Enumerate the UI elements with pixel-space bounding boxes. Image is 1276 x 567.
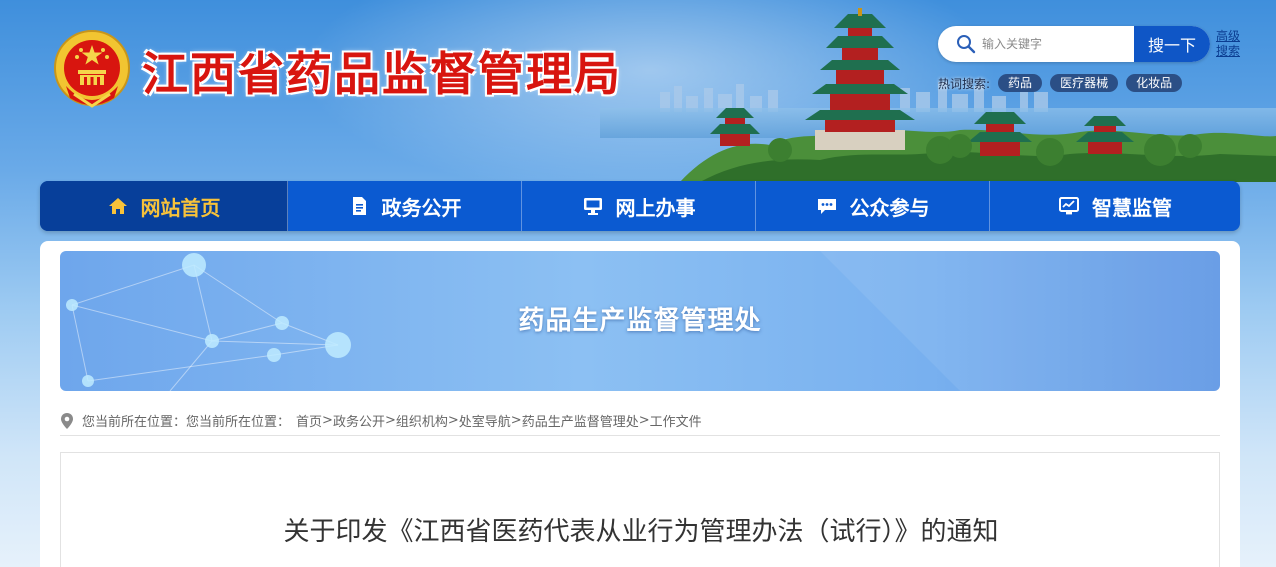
nav-item-online-services[interactable]: 网上办事 [522,181,756,231]
search-button[interactable]: 搜一下 [1134,26,1210,62]
breadcrumb-home[interactable]: 首页 [296,411,322,430]
chat-icon [817,199,836,214]
document-icon [352,197,366,215]
nav-item-smart-supervision[interactable]: 智慧监管 [990,181,1240,231]
hot-search-label: 热词搜索: [938,76,991,91]
nav-label-home: 网站首页 [140,195,221,220]
breadcrumb-organization[interactable]: 组织机构 [396,411,448,430]
department-banner: 药品生产监督管理处 [60,251,1220,391]
home-icon [108,198,127,214]
breadcrumb: 您当前所在位置：您当前所在位置： 首页 > 政务公开 > 组织机构 > 处室导航… [60,406,1220,436]
article-title: 关于印发《江西省医药代表从业行为管理办法（试行）》的通知 [283,517,999,547]
nav-label-government-affairs: 政务公开 [381,195,462,220]
hot-tag-cosmetics[interactable]: 化妆品 [1126,74,1183,92]
advanced-search-link[interactable]: 高级搜索 [1216,29,1242,59]
site-title: 江西省药品监督管理局 [142,47,622,101]
breadcrumb-prefix: 您当前所在位置：您当前所在位置： [82,415,291,430]
search-input[interactable] [982,32,1132,56]
location-pin-icon [61,412,73,429]
search-box: 搜一下 [938,26,1210,62]
breadcrumb-separator: > [384,413,396,428]
monitor-icon [583,198,602,215]
search-icon [957,35,976,54]
main-nav: 网站首页 政务公开 网上办事 公众参与 智慧监管 [40,181,1240,231]
hot-search-bar: 热词搜索: 药品 医疗器械 化妆品 [938,73,1190,93]
breadcrumb-department[interactable]: 药品生产监督管理处 [522,411,639,430]
national-emblem-icon [54,30,130,108]
main-content: 药品生产监督管理处 您当前所在位置：您当前所在位置： 首页 > 政务公开 > 组… [40,241,1240,567]
breadcrumb-government-affairs[interactable]: 政务公开 [333,411,385,430]
nav-label-online-services: 网上办事 [615,195,696,220]
nav-item-home[interactable]: 网站首页 [40,181,288,231]
nav-item-government-affairs[interactable]: 政务公开 [288,181,522,231]
breadcrumb-department-nav[interactable]: 处室导航 [459,411,511,430]
banner-title: 药品生产监督管理处 [518,306,762,336]
nav-label-smart-supervision: 智慧监管 [1092,195,1172,220]
nav-item-public-participation[interactable]: 公众参与 [756,181,990,231]
site-header: 江西省药品监督管理局 输入关键字 搜一下 高级搜索 热词搜索: 药品 医疗器械 … [0,0,1276,182]
hot-tag-drugs[interactable]: 药品 [998,74,1043,92]
breadcrumb-separator: > [510,413,522,428]
nav-label-public-participation: 公众参与 [849,195,930,220]
breadcrumb-separator: > [322,413,333,428]
hot-tag-medical-devices[interactable]: 医疗器械 [1050,74,1119,92]
breadcrumb-work-documents[interactable]: 工作文件 [650,411,702,430]
breadcrumb-separator: > [638,413,650,428]
article-panel: 关于印发《江西省医药代表从业行为管理办法（试行）》的通知 [60,452,1220,567]
breadcrumb-separator: > [447,413,459,428]
dashboard-icon [1059,197,1079,215]
